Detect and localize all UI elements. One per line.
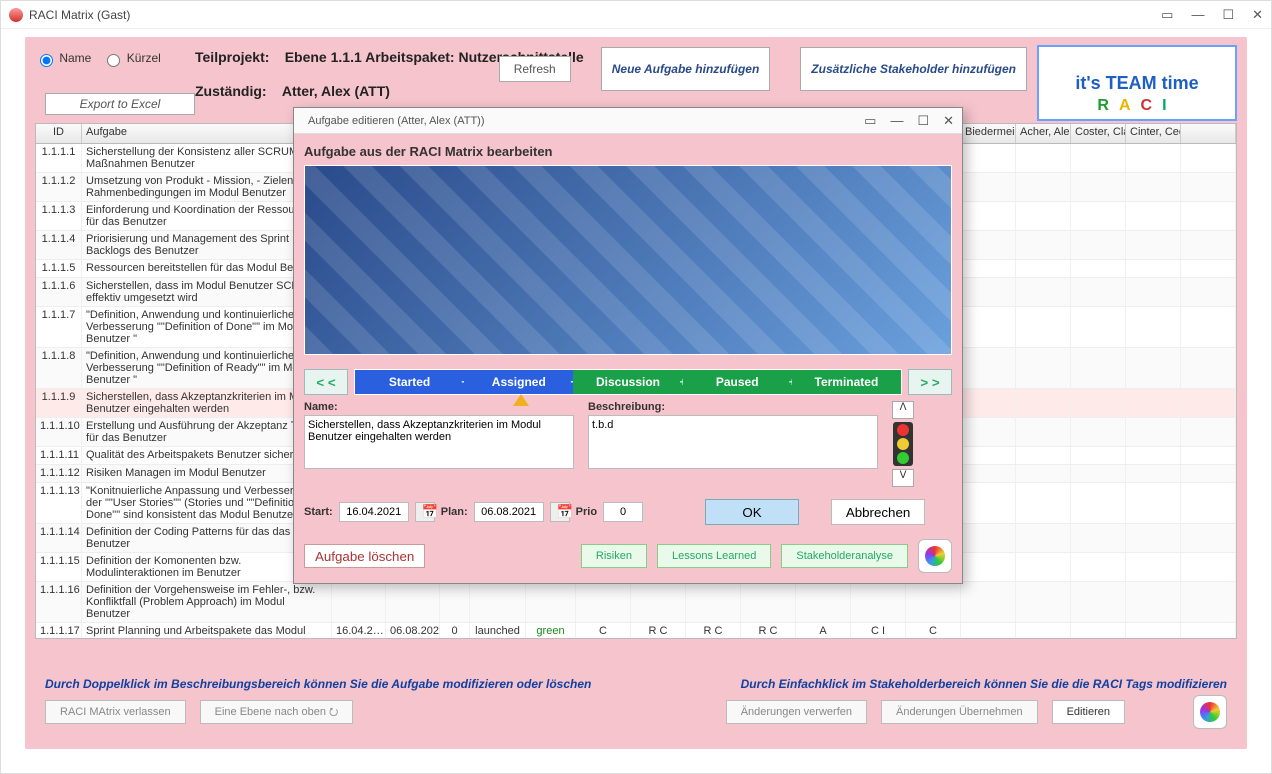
- zustaendig-value: Atter, Alex (ATT): [282, 83, 390, 99]
- refresh-button[interactable]: Refresh: [499, 56, 571, 82]
- traffic-light-control: ᐱ ᐯ: [892, 401, 914, 487]
- col-person[interactable]: Cinter, Ced…: [1126, 124, 1181, 143]
- edit-button[interactable]: Editieren: [1052, 700, 1125, 724]
- edit-task-dialog: Aufgabe editieren (Atter, Alex (ATT)) ▭ …: [293, 107, 963, 584]
- dialog-ribbon-icon[interactable]: ▭: [864, 113, 876, 129]
- hint-bar: Durch Doppelklick im Beschreibungsbereic…: [45, 677, 1227, 691]
- swirl-icon: [925, 546, 945, 566]
- lamp-green-icon: [897, 452, 909, 464]
- hint-left: Durch Doppelklick im Beschreibungsbereic…: [45, 677, 591, 691]
- radio-name[interactable]: Name: [35, 51, 91, 65]
- start-label: Start:: [304, 506, 333, 518]
- help-button[interactable]: [1193, 695, 1227, 729]
- dialog-maximize-button[interactable]: ☐: [917, 113, 929, 129]
- name-label: Name:: [304, 401, 574, 413]
- next-stage-button[interactable]: > >: [908, 369, 952, 395]
- dialog-close-button[interactable]: ✕: [943, 113, 954, 129]
- new-task-button[interactable]: Neue Aufgabe hinzufügen: [601, 47, 771, 91]
- col-person[interactable]: [1181, 124, 1236, 143]
- prio-input[interactable]: [603, 502, 643, 522]
- start-date-input[interactable]: [339, 502, 409, 522]
- stakeholder-analysis-button[interactable]: Stakeholderanalyse: [781, 544, 908, 568]
- cancel-button[interactable]: Abbrechen: [831, 499, 925, 525]
- dialog-banner-image: [304, 165, 952, 355]
- team-logo: it's TEAM time RACI: [1037, 45, 1237, 121]
- teilprojekt-label: Teilprojekt:: [195, 49, 269, 65]
- plan-calendar-icon[interactable]: 📅: [550, 502, 570, 522]
- dialog-help-button[interactable]: [918, 539, 952, 573]
- dialog-title: Aufgabe editieren (Atter, Alex (ATT)): [308, 115, 864, 127]
- col-person[interactable]: Biedermeie…: [961, 124, 1016, 143]
- ok-button[interactable]: OK: [705, 499, 799, 525]
- swirl-icon: [1200, 702, 1220, 722]
- minimize-button[interactable]: —: [1191, 7, 1204, 23]
- discard-button[interactable]: Änderungen verwerfen: [726, 700, 867, 724]
- maximize-button[interactable]: ☐: [1222, 7, 1234, 23]
- stage-terminated[interactable]: Terminated: [792, 370, 901, 394]
- export-excel-button[interactable]: Export to Excel: [45, 93, 195, 115]
- stage-chevron: Started+ Assigned+ Discussion+ Paused+ T…: [354, 369, 902, 395]
- desc-input[interactable]: t.b.d: [588, 415, 878, 469]
- titlebar: RACI Matrix (Gast) ▭ — ☐ ✕: [1, 1, 1271, 29]
- app-window: RACI Matrix (Gast) ▭ — ☐ ✕ Name Kürzel T…: [0, 0, 1272, 774]
- name-input[interactable]: Sicherstellen, dass Akzeptanzkriterien i…: [304, 415, 574, 469]
- priority-up-button[interactable]: ᐱ: [892, 401, 914, 419]
- stage-marker-icon: [513, 394, 529, 406]
- priority-down-button[interactable]: ᐯ: [892, 469, 914, 487]
- risks-button[interactable]: Risiken: [581, 544, 647, 568]
- col-id[interactable]: ID: [36, 124, 82, 143]
- level-up-button[interactable]: Eine Ebene nach oben ⭮: [200, 700, 354, 724]
- add-stakeholder-button[interactable]: Zusätzliche Stakeholder hinzufügen: [800, 47, 1027, 91]
- stage-assigned[interactable]: Assigned+: [464, 370, 573, 394]
- ribbon-icon[interactable]: ▭: [1161, 7, 1173, 23]
- col-person[interactable]: Coster, Cla…: [1071, 124, 1126, 143]
- display-mode-radios: Name Kürzel: [35, 47, 185, 67]
- traffic-light-icon: [893, 422, 913, 466]
- table-row[interactable]: 1.1.1.16Definition der Vorgehensweise im…: [36, 582, 1236, 623]
- leave-button[interactable]: RACI MAtrix verlassen: [45, 700, 186, 724]
- dialog-minimize-button[interactable]: —: [890, 113, 903, 129]
- stage-discussion[interactable]: Discussion+: [573, 370, 682, 394]
- lamp-red-icon: [897, 424, 909, 436]
- prio-label: Prio: [576, 506, 597, 518]
- window-title: RACI Matrix (Gast): [29, 8, 1161, 22]
- col-person[interactable]: Acher, Alen…: [1016, 124, 1071, 143]
- stage-started[interactable]: Started+: [355, 370, 464, 394]
- plan-date-input[interactable]: [474, 502, 544, 522]
- table-row[interactable]: 1.1.1.17Sprint Planning und Arbeitspaket…: [36, 623, 1236, 639]
- zustaendig-label: Zuständig:: [195, 83, 267, 99]
- apply-button[interactable]: Änderungen Übernehmen: [881, 700, 1038, 724]
- prev-stage-button[interactable]: < <: [304, 369, 348, 395]
- plan-label: Plan:: [441, 506, 468, 518]
- stage-paused[interactable]: Paused+: [683, 370, 792, 394]
- desc-label: Beschreibung:: [588, 401, 878, 413]
- radio-kuerzel[interactable]: Kürzel: [102, 51, 160, 65]
- close-button[interactable]: ✕: [1252, 7, 1263, 23]
- app-icon: [9, 8, 23, 22]
- delete-task-button[interactable]: Aufgabe löschen: [304, 544, 425, 568]
- lamp-yellow-icon: [897, 438, 909, 450]
- hint-right: Durch Einfachklick im Stakeholderbereich…: [741, 677, 1227, 691]
- lessons-button[interactable]: Lessons Learned: [657, 544, 771, 568]
- dialog-heading: Aufgabe aus der RACI Matrix bearbeiten: [304, 144, 952, 159]
- dialog-titlebar: Aufgabe editieren (Atter, Alex (ATT)) ▭ …: [294, 108, 962, 134]
- start-calendar-icon[interactable]: 📅: [415, 502, 435, 522]
